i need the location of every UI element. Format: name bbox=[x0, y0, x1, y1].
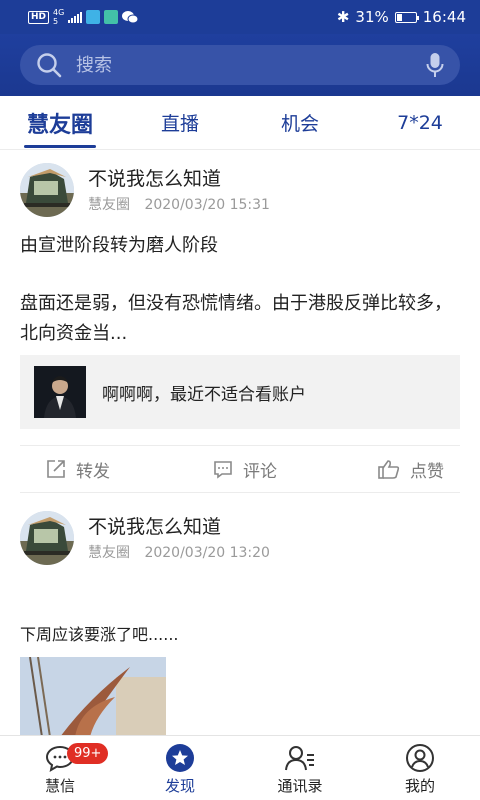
thumbs-up-icon bbox=[378, 460, 400, 479]
post-subline: 慧友圈 2020/03/20 15:31 bbox=[88, 194, 270, 214]
nav-discover[interactable]: 发现 bbox=[120, 736, 240, 800]
post-text-line: 由宣泄阶段转为磨人阶段 bbox=[20, 235, 218, 256]
active-tab-indicator bbox=[24, 144, 96, 148]
tab-label: 慧友圈 bbox=[26, 112, 93, 138]
comment-label: 评论 bbox=[243, 461, 277, 482]
post-card[interactable]: 不说我怎么知道 慧友圈 2020/03/20 15:31 由宣泄阶段转为磨人阶段… bbox=[0, 151, 480, 493]
post-body[interactable]: 由宣泄阶段转为磨人阶段 盘面还是弱，但没有恐慌情绪。由于港股反弹比较多，北向资金… bbox=[20, 231, 460, 349]
tab-label: 机会 bbox=[280, 113, 319, 135]
post-text-line[interactable]: 下周应该要涨了吧...... bbox=[20, 621, 460, 645]
nav-huixin[interactable]: 99+ 慧信 bbox=[0, 736, 120, 800]
like-label: 点赞 bbox=[410, 461, 445, 482]
profile-icon bbox=[405, 741, 435, 775]
status-bar: HD 4G 5 ✱ 31% 16:44 bbox=[0, 0, 480, 34]
hd-indicator: HD bbox=[28, 10, 50, 24]
author-name[interactable]: 不说我怎么知道 bbox=[88, 514, 270, 540]
author-name[interactable]: 不说我怎么知道 bbox=[88, 166, 270, 192]
nav-label: 慧信 bbox=[44, 777, 75, 795]
post-image[interactable] bbox=[20, 657, 166, 735]
search-input[interactable] bbox=[76, 54, 426, 76]
top-tabs: 慧友圈 直播 机会 7*24 bbox=[0, 96, 480, 150]
post-time: 2020/03/20 15:31 bbox=[144, 197, 270, 213]
tab-7x24[interactable]: 7*24 bbox=[360, 96, 480, 150]
avatar-image bbox=[20, 511, 74, 565]
nav-label: 发现 bbox=[164, 777, 195, 795]
post-header: 不说我怎么知道 慧友圈 2020/03/20 13:20 bbox=[20, 493, 460, 565]
network-indicator: 4G 5 bbox=[53, 8, 64, 26]
post-meta: 不说我怎么知道 慧友圈 2020/03/20 15:31 bbox=[88, 166, 270, 214]
tab-opportunity[interactable]: 机会 bbox=[240, 96, 360, 150]
star-circle-icon bbox=[165, 741, 195, 775]
tab-live[interactable]: 直播 bbox=[120, 96, 240, 150]
network-type: 4G bbox=[53, 8, 65, 17]
tab-huiyouquan[interactable]: 慧友圈 bbox=[0, 96, 120, 150]
battery-icon bbox=[394, 11, 419, 23]
battery-percent: 31% bbox=[355, 8, 389, 26]
post-card[interactable]: 不说我怎么知道 慧友圈 2020/03/20 13:20 下周应该要涨了吧...… bbox=[0, 493, 480, 735]
avatar[interactable] bbox=[20, 163, 74, 217]
nav-label: 我的 bbox=[404, 777, 435, 795]
contacts-icon bbox=[284, 741, 316, 775]
share-icon bbox=[47, 460, 65, 478]
post-actions: 转发 评论 点赞 bbox=[20, 445, 460, 493]
post-header: 不说我怎么知道 慧友圈 2020/03/20 15:31 bbox=[20, 151, 460, 217]
share-button[interactable]: 转发 bbox=[20, 457, 179, 482]
microphone-icon[interactable] bbox=[426, 52, 444, 78]
app-notification-icon bbox=[104, 10, 119, 24]
share-label: 转发 bbox=[76, 461, 110, 482]
nav-label: 通讯录 bbox=[277, 777, 323, 795]
nav-contacts[interactable]: 通讯录 bbox=[240, 736, 360, 800]
comment-button[interactable]: 评论 bbox=[179, 457, 312, 482]
post-meta: 不说我怎么知道 慧友圈 2020/03/20 13:20 bbox=[88, 514, 270, 562]
quoted-post[interactable]: 啊啊啊，最近不适合看账户 bbox=[20, 355, 460, 429]
clock: 16:44 bbox=[422, 8, 466, 26]
post-text-line: 盘面还是弱，但没有恐慌情绪。由于港股反弹比较多，北向资金当... bbox=[20, 293, 452, 344]
bottom-nav: 99+ 慧信 发现 通讯录 我的 bbox=[0, 735, 480, 800]
search-header bbox=[0, 34, 480, 96]
battery-fill bbox=[396, 13, 403, 21]
tab-label: 7*24 bbox=[397, 111, 443, 134]
avatar-image bbox=[20, 163, 74, 217]
search-icon bbox=[37, 53, 62, 78]
unread-badge: 99+ bbox=[67, 743, 109, 764]
comment-icon bbox=[214, 461, 232, 479]
bluetooth-icon: ✱ bbox=[336, 8, 350, 26]
status-left: HD 4G 5 bbox=[28, 8, 139, 26]
quote-text: 啊啊啊，最近不适合看账户 bbox=[102, 384, 306, 405]
wechat-icon bbox=[122, 11, 139, 24]
signal-icon bbox=[68, 11, 83, 23]
like-button[interactable]: 点赞 bbox=[311, 457, 460, 482]
status-right: ✱ 31% 16:44 bbox=[337, 8, 466, 26]
search-bar[interactable] bbox=[20, 45, 460, 85]
post-time: 2020/03/20 13:20 bbox=[144, 545, 270, 561]
quote-thumbnail bbox=[34, 366, 86, 418]
network-sub: 5 bbox=[53, 17, 59, 26]
tab-label: 直播 bbox=[160, 113, 199, 135]
post-subline: 慧友圈 2020/03/20 13:20 bbox=[88, 542, 270, 562]
avatar[interactable] bbox=[20, 511, 74, 565]
nav-me[interactable]: 我的 bbox=[360, 736, 480, 800]
feed[interactable]: 不说我怎么知道 慧友圈 2020/03/20 15:31 由宣泄阶段转为磨人阶段… bbox=[0, 151, 480, 735]
app-notification-icon bbox=[86, 10, 101, 24]
post-source: 慧友圈 bbox=[88, 197, 130, 213]
post-source: 慧友圈 bbox=[88, 545, 130, 561]
